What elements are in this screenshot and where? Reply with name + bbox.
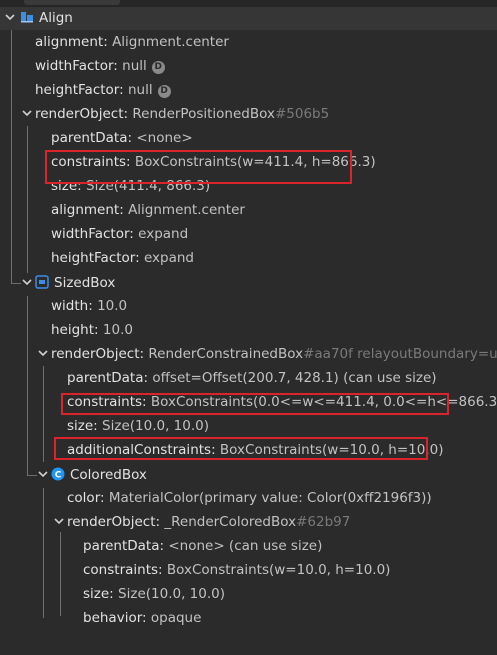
prop-key: parentData: [67, 370, 149, 386]
tree-node-align[interactable]: Align [20, 6, 73, 30]
ro-behavior[interactable]: behavior: opaque [83, 606, 201, 630]
prop-heightFactor[interactable]: heightFactor: null D [35, 78, 171, 102]
highlight-box-additional-constraints [54, 437, 428, 460]
prop-key: heightFactor: [51, 250, 140, 266]
tree-guide [60, 532, 61, 616]
chevron-down-icon[interactable] [37, 463, 49, 487]
highlight-box-constraints-1 [45, 150, 352, 184]
ro-size[interactable]: size: Size(10.0, 10.0) [67, 414, 209, 438]
chevron-down-icon[interactable] [37, 342, 49, 366]
prop-key: color: [67, 490, 105, 506]
node-name: ColoredBox [70, 467, 147, 483]
prop-value: null [127, 82, 153, 98]
coloredbox-icon-letter: C [55, 471, 62, 481]
ro-widthFactor[interactable]: widthFactor: expand [51, 222, 188, 246]
tree-node-sizedbox[interactable]: SizedBox [35, 271, 115, 295]
prop-value: offset=Offset(200.7, 428.1) (can use siz… [152, 370, 437, 386]
tree-guide [11, 30, 12, 284]
prop-key: alignment: [35, 34, 108, 50]
prop-key: heightFactor: [35, 82, 124, 98]
prop-value: expand [138, 226, 189, 242]
highlight-box-constraints-2 [61, 393, 449, 415]
prop-color[interactable]: color: MaterialColor(primary value: Colo… [67, 486, 432, 510]
prop-value: _RenderColoredBox [164, 514, 297, 530]
prop-key: size: [83, 586, 114, 602]
tree-guide [27, 475, 37, 476]
prop-value: BoxConstraints(w=10.0, h=10.0) [166, 562, 391, 578]
prop-value: null [122, 58, 147, 74]
prop-width[interactable]: width: 10.0 [51, 294, 127, 318]
tab-stub[interactable] [24, 0, 120, 5]
tree-node-coloredbox[interactable]: C ColoredBox [51, 463, 147, 487]
prop-value: MaterialColor(primary value: Color(0xff2… [108, 490, 432, 506]
ro-heightFactor[interactable]: heightFactor: expand [51, 246, 194, 270]
chevron-down-icon[interactable] [53, 510, 65, 534]
prop-key: renderObject: [35, 106, 129, 122]
prop-widthFactor[interactable]: widthFactor: null D [35, 54, 165, 78]
default-value-badge: D [157, 85, 171, 98]
prop-value: <none> (can use size) [168, 538, 323, 554]
node-name: SizedBox [54, 275, 116, 291]
chevron-down-icon[interactable] [21, 271, 33, 295]
tree-guide [43, 488, 44, 618]
prop-value: opaque [150, 610, 202, 626]
prop-value: <none> [136, 130, 193, 146]
prop-renderObject[interactable]: renderObject: RenderConstrainedBox#aa70f… [51, 342, 497, 366]
tree-guide [27, 296, 28, 476]
ro-parentData[interactable]: parentData: <none> [51, 126, 193, 150]
top-bar [0, 0, 497, 7]
default-value-badge: D [151, 61, 165, 74]
prop-value: 10.0 [97, 298, 128, 314]
prop-key: renderObject: [67, 514, 161, 530]
prop-key: renderObject: [51, 346, 145, 362]
prop-value: RenderConstrainedBox [148, 346, 304, 362]
ro-parentData[interactable]: parentData: <none> (can use size) [83, 534, 322, 558]
prop-value: Alignment.center [112, 34, 229, 50]
prop-value: Alignment.center [128, 202, 245, 218]
object-id: #aa70f relayoutBoundary=up1 [303, 346, 497, 362]
prop-key: constraints: [83, 562, 163, 578]
prop-key: parentData: [51, 130, 133, 146]
prop-value: Size(10.0, 10.0) [118, 586, 225, 602]
ro-alignment[interactable]: alignment: Alignment.center [51, 198, 245, 222]
object-id: #62b97 [296, 514, 351, 530]
prop-key: parentData: [83, 538, 165, 554]
prop-key: widthFactor: [51, 226, 134, 242]
prop-key: widthFactor: [35, 58, 118, 74]
tree-guide [27, 126, 28, 273]
prop-renderObject[interactable]: renderObject: RenderPositionedBox#506b5 [35, 102, 329, 126]
prop-alignment[interactable]: alignment: Alignment.center [35, 30, 229, 54]
ro-size[interactable]: size: Size(10.0, 10.0) [83, 582, 225, 606]
prop-renderObject[interactable]: renderObject: _RenderColoredBox#62b97 [67, 510, 350, 534]
prop-key: behavior: [83, 610, 147, 626]
align-widget-icon [21, 12, 33, 23]
object-id: #506b5 [274, 106, 330, 122]
ro-parentData[interactable]: parentData: offset=Offset(200.7, 428.1) … [67, 366, 437, 390]
prop-height[interactable]: height: 10.0 [51, 318, 133, 342]
chevron-down-icon[interactable] [21, 102, 33, 126]
prop-key: width: [51, 298, 93, 314]
prop-key: size: [67, 418, 98, 434]
prop-value: expand [143, 250, 194, 266]
tree-guide [43, 366, 44, 462]
ro-constraints[interactable]: constraints: BoxConstraints(w=10.0, h=10… [83, 558, 390, 582]
prop-value: 10.0 [102, 322, 133, 338]
sizedbox-widget-icon [35, 275, 49, 289]
chevron-down-icon[interactable] [4, 6, 16, 30]
tree-guide [11, 283, 21, 284]
selected-row-background [0, 7, 497, 30]
prop-value: Size(10.0, 10.0) [102, 418, 209, 434]
coloredbox-widget-icon: C [51, 467, 65, 481]
prop-key: alignment: [51, 202, 124, 218]
prop-key: height: [51, 322, 99, 338]
node-name: Align [39, 10, 73, 26]
prop-value: RenderPositionedBox [132, 106, 275, 122]
